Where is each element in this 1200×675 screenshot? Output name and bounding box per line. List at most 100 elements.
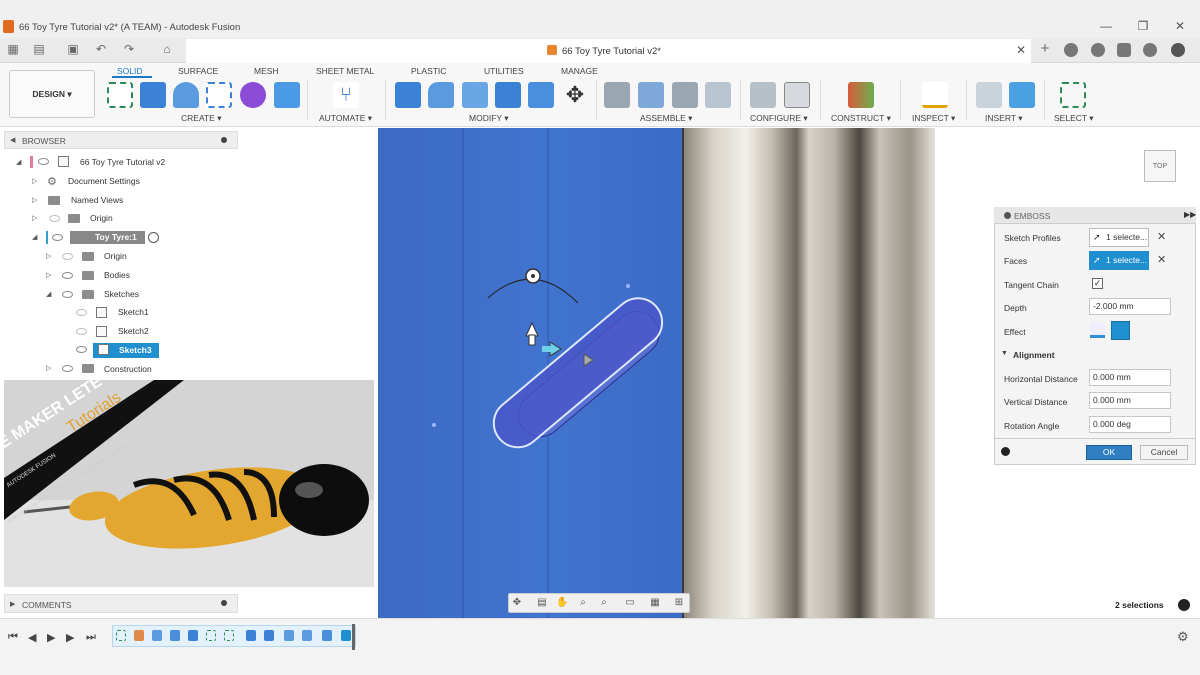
clear-profiles-icon[interactable]: ✕ [1157,230,1166,243]
timeline-feature-icon[interactable] [134,630,144,641]
3d-viewport[interactable] [378,128,935,618]
cancel-button[interactable]: Cancel [1140,445,1188,460]
timeline-feature-icon[interactable] [246,630,256,641]
construct-group-label[interactable]: CONSTRUCT ▾ [831,113,891,124]
pan-icon[interactable]: ✋ [556,597,568,609]
expand-triangle-icon[interactable]: ▷ [32,196,37,204]
select-group-label[interactable]: SELECT ▾ [1054,113,1094,124]
assemble-group-label[interactable]: ASSEMBLE ▾ [640,113,692,124]
create-group-label[interactable]: CREATE ▾ [181,113,221,124]
collapse-triangle-icon[interactable]: ◀ [10,136,15,144]
visibility-eye-icon[interactable] [62,291,73,298]
tangent-chain-checkbox[interactable]: ✓ [1092,278,1103,289]
visibility-eye-icon[interactable] [49,215,60,222]
grid-settings-icon[interactable]: ▦ [649,597,661,609]
select-icon[interactable] [1060,82,1086,108]
press-pull-icon[interactable] [395,82,421,108]
expand-triangle-icon[interactable]: ▷ [46,271,51,279]
tab-manage[interactable]: MANAGE [561,66,598,76]
create-sketch-icon[interactable] [107,82,133,108]
tree-item-root[interactable]: 66 Toy Tyre Tutorial v2 [80,157,165,167]
expand-triangle-icon[interactable]: ▷ [46,364,51,372]
depth-input[interactable]: -2.000 mm [1089,298,1171,315]
timeline-feature-icon[interactable] [284,630,294,641]
tree-item-origin-sub[interactable]: Origin [104,251,127,261]
visibility-eye-icon[interactable] [38,158,49,165]
viewports-icon[interactable]: ⊞ [673,597,685,609]
home-icon[interactable]: ⌂ [160,42,174,56]
form-icon[interactable] [240,82,266,108]
notifications-icon[interactable] [1117,43,1131,57]
automate-group-label[interactable]: AUTOMATE ▾ [319,113,372,124]
expand-triangle-icon[interactable]: ◢ [46,290,51,298]
joint-icon[interactable] [638,82,664,108]
go-to-end-icon[interactable]: ⏭ [86,631,96,644]
zoom-icon[interactable]: ⌕ [577,597,589,609]
new-component-icon[interactable] [604,82,630,108]
extrude-icon[interactable] [140,82,166,108]
visibility-eye-icon[interactable] [76,328,87,335]
app-grid-icon[interactable]: ▦ [6,42,20,56]
insert-group-label[interactable]: INSERT ▾ [985,113,1023,124]
timeline-feature-icon[interactable] [152,630,162,641]
redo-icon[interactable]: ↷ [122,42,136,56]
tree-item-origin[interactable]: Origin [90,213,113,223]
expand-triangle-icon[interactable]: ◢ [32,233,37,241]
clear-faces-icon[interactable]: ✕ [1157,253,1166,266]
fit-icon[interactable]: ⌕ [598,597,610,609]
configure-icon[interactable] [750,82,776,108]
shell-icon[interactable] [462,82,488,108]
visibility-eye-icon[interactable] [62,365,73,372]
inspect-group-label[interactable]: INSPECT ▾ [912,113,955,124]
extensions-icon[interactable] [1064,43,1078,57]
visibility-eye-icon[interactable] [52,234,63,241]
selection-filter-icon[interactable] [1178,599,1190,611]
tab-surface[interactable]: SURFACE [178,66,218,76]
tree-item-named-views[interactable]: Named Views [71,195,123,205]
new-tab-plus-icon[interactable]: + [1038,41,1052,56]
timeline-feature-icon[interactable] [322,630,332,641]
tab-utilities[interactable]: UTILITIES [484,66,524,76]
tree-item-document-settings[interactable]: Document Settings [68,176,140,186]
alignment-collapse-icon[interactable]: ▼ [1001,350,1008,357]
tree-item-sketches[interactable]: Sketches [104,289,139,299]
timeline-feature-icon[interactable] [302,630,312,641]
configure-group-label[interactable]: CONFIGURE ▾ [750,113,808,124]
timeline-settings-gear-icon[interactable]: ⚙ [1177,629,1189,645]
configure-table-icon[interactable] [784,82,810,108]
measure-icon[interactable] [922,82,948,108]
timeline-feature-icon[interactable] [188,630,198,641]
visibility-eye-icon[interactable] [76,309,87,316]
expand-triangle-icon[interactable]: ◢ [16,158,21,166]
tree-item-sketch2[interactable]: Sketch2 [118,326,149,336]
tab-plastic[interactable]: PLASTIC [411,66,446,76]
help-icon[interactable] [1143,43,1157,57]
joint-origin-icon[interactable] [705,82,731,108]
play-icon[interactable]: ▶ [47,631,55,644]
timeline-marker[interactable] [352,624,355,650]
box-icon[interactable] [274,82,300,108]
sweep-icon[interactable] [206,82,232,108]
tab-mesh[interactable]: MESH [254,66,279,76]
insert-derive-icon[interactable] [976,82,1002,108]
visibility-eye-icon[interactable] [62,253,73,260]
info-icon[interactable] [1001,447,1010,456]
model-view[interactable] [378,128,935,618]
rotation-angle-input[interactable]: 0.000 deg [1089,416,1171,433]
expand-triangle-icon[interactable]: ▷ [32,214,37,222]
tree-item-construction[interactable]: Construction [104,364,152,374]
timeline-current-feature-icon[interactable] [341,630,351,641]
deboss-effect-icon[interactable] [1111,321,1130,340]
step-forward-icon[interactable]: ▶ [66,631,74,644]
timeline-sketch-icon[interactable] [224,630,234,641]
look-at-icon[interactable]: ▤ [536,597,548,609]
tree-item-sketch3[interactable]: Sketch3 [119,345,152,355]
tree-item-bodies[interactable]: Bodies [104,270,130,280]
job-status-icon[interactable] [1091,43,1105,57]
viewcube[interactable]: TOP [1144,150,1176,182]
ok-button[interactable]: OK [1086,445,1132,460]
timeline-track[interactable] [112,625,356,647]
tab-sheet-metal[interactable]: SHEET METAL [316,66,374,76]
tree-item-toy-tyre[interactable]: Toy Tyre:1 [95,232,137,242]
timeline-feature-icon[interactable] [264,630,274,641]
